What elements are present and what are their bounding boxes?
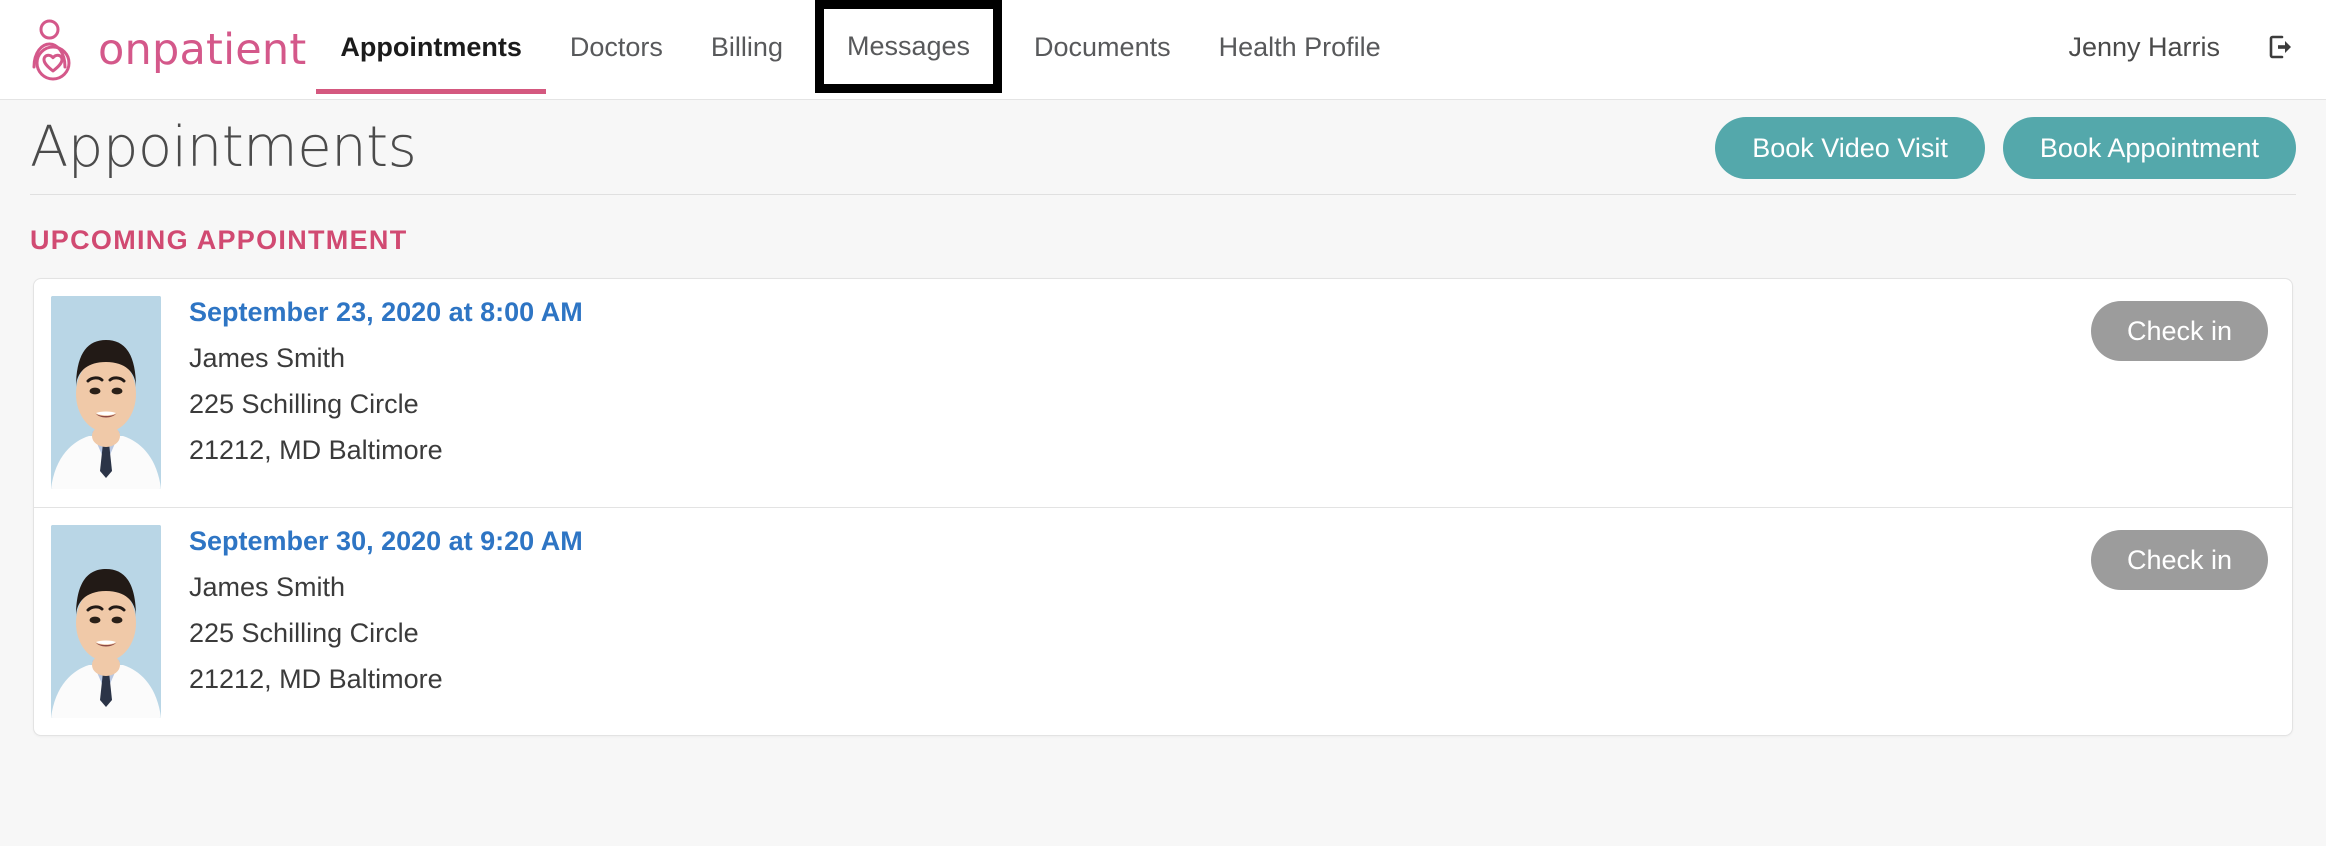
appointment-row[interactable]: September 30, 2020 at 9:20 AM James Smit…: [34, 507, 2292, 735]
brand-wordmark: onpatient: [98, 24, 307, 75]
appointments-list: September 23, 2020 at 8:00 AM James Smit…: [33, 278, 2293, 736]
nav-item-billing[interactable]: Billing: [687, 0, 807, 94]
book-video-visit-button[interactable]: Book Video Visit: [1715, 117, 1985, 179]
doctor-portrait-avatar: [51, 296, 161, 489]
nav-item-messages[interactable]: Messages: [814, 0, 1003, 93]
page-header-divider: [30, 194, 2296, 195]
appointment-address-line-2: 21212, MD Baltimore: [189, 435, 443, 465]
nav-item-label: Health Profile: [1218, 31, 1381, 62]
appointment-address-line-1: 225 Schilling Circle: [189, 389, 419, 419]
brand-logo[interactable]: onpatient: [0, 0, 306, 100]
nav-item-label: Messages: [846, 31, 971, 61]
appointment-provider-name: James Smith: [189, 343, 346, 373]
nav-item-health-profile[interactable]: Health Profile: [1195, 0, 1405, 94]
nav-item-appointments[interactable]: Appointments: [316, 0, 546, 94]
appointment-datetime-link[interactable]: September 23, 2020 at 8:00 AM: [189, 299, 583, 326]
account-area: Jenny Harris: [2068, 0, 2326, 94]
onpatient-person-heart-logo-icon: [28, 19, 84, 81]
page-title: Appointments: [30, 115, 417, 180]
nav-item-label: Doctors: [569, 31, 663, 62]
book-appointment-button[interactable]: Book Appointment: [2002, 117, 2296, 179]
page-header-actions: Book Video Visit Book Appointment: [1715, 117, 2296, 179]
nav-item-label: Appointments: [340, 31, 522, 62]
check-in-button[interactable]: Check in: [2090, 530, 2268, 590]
appointment-actions: Check in: [2090, 525, 2268, 590]
appointment-address-line-2: 21212, MD Baltimore: [189, 664, 443, 694]
page-header: Appointments Book Video Visit Book Appoi…: [30, 100, 2296, 180]
nav-item-doctors[interactable]: Doctors: [546, 0, 687, 94]
primary-nav: Appointments Doctors Billing Messages Do…: [316, 0, 2068, 100]
top-navigation-bar: onpatient Appointments Doctors Billing M…: [0, 0, 2326, 100]
appointment-details: September 23, 2020 at 8:00 AM James Smit…: [189, 296, 2091, 464]
sign-out-icon[interactable]: [2266, 32, 2296, 62]
nav-item-label: Documents: [1034, 31, 1171, 62]
doctor-portrait-avatar: [51, 525, 161, 718]
appointment-details: September 30, 2020 at 9:20 AM James Smit…: [189, 525, 2091, 693]
account-user-name[interactable]: Jenny Harris: [2068, 32, 2220, 63]
appointment-row[interactable]: September 23, 2020 at 8:00 AM James Smit…: [34, 279, 2292, 507]
nav-item-documents[interactable]: Documents: [1010, 0, 1195, 94]
appointment-provider-name: James Smith: [189, 572, 346, 602]
appointment-datetime-link[interactable]: September 30, 2020 at 9:20 AM: [189, 528, 583, 555]
appointment-address-line-1: 225 Schilling Circle: [189, 618, 419, 648]
appointment-actions: Check in: [2090, 296, 2268, 361]
section-title-upcoming-appointment: UPCOMING APPOINTMENT: [30, 225, 408, 255]
nav-item-label: Billing: [710, 31, 783, 62]
check-in-button[interactable]: Check in: [2090, 301, 2268, 361]
